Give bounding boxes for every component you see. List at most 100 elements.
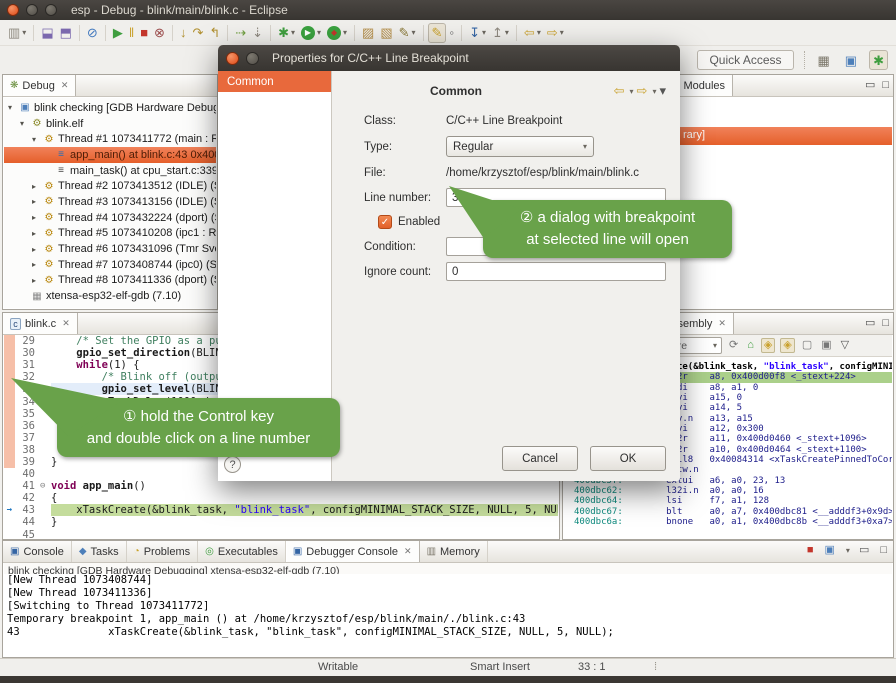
tab-debugger-console[interactable]: ▣Debugger Console✕ xyxy=(286,541,420,562)
tab-debug[interactable]: ❋ Debug ✕ xyxy=(3,75,76,96)
step-return-icon[interactable]: ↰ xyxy=(206,23,223,43)
close-icon[interactable]: ✕ xyxy=(61,80,69,91)
debug-tree-item[interactable]: ≡app_main() at blink.c:43 0x400dbc35 xyxy=(4,147,216,163)
minimize-icon[interactable]: ▭ xyxy=(865,78,875,91)
console-output[interactable]: [New Thread 1073408744][New Thread 10734… xyxy=(4,574,892,656)
dialog-menu-icon[interactable] xyxy=(246,52,259,65)
line-number[interactable]: 30 xyxy=(15,347,40,359)
maximize-icon[interactable]: □ xyxy=(878,544,889,557)
tab-console[interactable]: ▣Console xyxy=(3,541,72,562)
line-number[interactable]: 35 xyxy=(15,408,40,420)
dialog-titlebar[interactable]: Properties for C/C++ Line Breakpoint xyxy=(218,45,680,71)
window-minimize-icon[interactable] xyxy=(26,4,38,16)
tree-expand-arrow[interactable]: ▾ xyxy=(32,135,42,144)
show-source-icon[interactable]: ◈ xyxy=(761,338,775,353)
help-button[interactable]: ? xyxy=(224,456,241,473)
new-wizard-icon[interactable]: ▥▾ xyxy=(5,23,29,43)
view-menu-icon[interactable]: ▽ xyxy=(839,339,851,352)
terminate-console-icon[interactable]: ■ xyxy=(805,544,816,557)
tree-expand-arrow[interactable]: ▾ xyxy=(20,119,30,128)
tree-expand-arrow[interactable]: ▸ xyxy=(32,213,42,222)
debug-tree-item[interactable]: ▸⚙Thread #6 1073431096 (Tmr Svc) (Suspen… xyxy=(4,241,216,257)
tab-problems[interactable]: ◔Problems xyxy=(127,541,199,562)
go-to-last-position-icon[interactable]: ↥▾ xyxy=(489,23,512,43)
tab-tasks[interactable]: ◆Tasks xyxy=(72,541,127,562)
step-over-icon[interactable]: ↷ xyxy=(189,23,206,43)
line-number[interactable]: 41 xyxy=(15,480,40,492)
debug-icon[interactable]: ✱▾ xyxy=(275,23,298,43)
debug-tree-item[interactable]: ▸⚙Thread #8 1073411336 (dport) (Suspende… xyxy=(4,273,216,289)
cancel-button[interactable]: Cancel xyxy=(502,446,578,471)
open-folder-icon[interactable]: ▧ xyxy=(377,23,395,43)
mark-occurrences-icon[interactable]: ✎ xyxy=(428,23,447,43)
tab-blink-c[interactable]: c blink.c ✕ xyxy=(3,313,78,334)
forward-icon[interactable]: ⇨▾ xyxy=(544,23,567,43)
tree-expand-arrow[interactable]: ▸ xyxy=(32,229,42,238)
quick-access-button[interactable]: Quick Access xyxy=(697,50,793,70)
type-dropdown[interactable]: Regular ▾ xyxy=(446,136,594,157)
debug-tree-item[interactable]: ▸⚙Thread #7 1073408744 (ipc0) (Suspended… xyxy=(4,257,216,273)
debug-tree-item[interactable]: ▸⚙Thread #4 1073432224 (dport) (Suspende… xyxy=(4,210,216,226)
external-tools-icon[interactable]: ◆▾ xyxy=(324,23,350,43)
line-number[interactable]: 40 xyxy=(15,468,40,480)
last-edit-location-icon[interactable]: ↧▾ xyxy=(466,23,489,43)
debug-tree-item[interactable]: ▸⚙Thread #3 1073413156 (IDLE) (Suspended… xyxy=(4,194,216,210)
tree-expand-arrow[interactable]: ▸ xyxy=(32,260,42,269)
show-annotations-icon[interactable]: ◦ xyxy=(446,23,457,43)
close-icon[interactable]: ✕ xyxy=(404,546,412,557)
line-number[interactable]: 29 xyxy=(15,335,40,347)
tree-expand-arrow[interactable]: ▸ xyxy=(32,182,42,191)
back-icon[interactable]: ⇦▾ xyxy=(521,23,544,43)
open-perspective-icon[interactable]: ▦ xyxy=(815,50,833,70)
debug-tree-item[interactable]: ≡main_task() at cpu_start.c:339 0x400d xyxy=(4,163,216,179)
tree-expand-arrow[interactable]: ▸ xyxy=(32,276,42,285)
instruction-stepping-icon[interactable]: ⇢ xyxy=(232,23,249,43)
debug-tree-item[interactable]: ▸⚙Thread #5 1073410208 (ipc1 : Running) xyxy=(4,226,216,242)
tree-expand-arrow[interactable]: ▸ xyxy=(32,197,42,206)
close-icon[interactable]: ✕ xyxy=(718,318,726,329)
open-new-view-icon[interactable]: ▢ xyxy=(800,339,814,352)
debug-tree-item[interactable]: ▾⚙blink.elf xyxy=(4,116,216,132)
terminate-icon[interactable]: ■ xyxy=(137,23,151,43)
forward-icon[interactable]: ⇨ xyxy=(637,83,648,99)
refresh-icon[interactable]: ⟳ xyxy=(727,339,740,352)
tab-executables[interactable]: ◎Executables xyxy=(198,541,286,562)
ignore-count-input[interactable]: 0 xyxy=(446,262,666,281)
maximize-icon[interactable]: □ xyxy=(882,79,889,91)
cpp-perspective-icon[interactable]: ▣ xyxy=(842,50,860,70)
home-icon[interactable]: ⌂ xyxy=(745,339,756,352)
line-number[interactable]: 43 xyxy=(15,504,40,516)
pin-view-icon[interactable]: ▣ xyxy=(819,339,833,352)
display-selected-console-icon[interactable]: ▣ xyxy=(823,544,837,557)
line-number[interactable]: 44 xyxy=(15,516,40,528)
debug-tree-item[interactable]: ▦xtensa-esp32-elf-gdb (7.10) xyxy=(4,288,216,304)
line-number[interactable]: 42 xyxy=(15,492,40,504)
drop-to-frame-icon[interactable]: ⇣ xyxy=(249,23,266,43)
debug-tree-item[interactable]: ▾▣blink checking [GDB Hardware Debugging… xyxy=(4,100,216,116)
back-icon[interactable]: ⇦ xyxy=(614,83,625,99)
line-number[interactable]: 38 xyxy=(15,444,40,456)
skip-all-breakpoints-icon[interactable]: ⊘ xyxy=(84,23,101,43)
sync-context-icon[interactable]: ◈ xyxy=(780,338,794,353)
view-menu-icon[interactable]: ▾ xyxy=(659,83,666,99)
window-close-icon[interactable] xyxy=(7,4,19,16)
save-icon[interactable]: ⬓ xyxy=(38,23,56,43)
tree-expand-arrow[interactable]: ▸ xyxy=(32,245,42,254)
debug-perspective-icon[interactable]: ✱ xyxy=(869,50,888,70)
line-number[interactable]: 31 xyxy=(15,359,40,371)
suspend-icon[interactable]: ‖ xyxy=(126,23,137,43)
minimize-icon[interactable]: ▭ xyxy=(865,316,875,329)
tab-memory[interactable]: ▥Memory xyxy=(420,541,488,562)
new-folder-icon[interactable]: ▨ xyxy=(359,23,377,43)
disconnect-icon[interactable]: ⊗ xyxy=(151,23,168,43)
close-icon[interactable]: ✕ xyxy=(62,318,70,329)
flash-icon[interactable]: ✎▾ xyxy=(396,23,419,43)
step-into-icon[interactable]: ↓ xyxy=(177,23,190,43)
sidebar-item-common[interactable]: Common xyxy=(218,71,331,92)
line-number[interactable]: 36 xyxy=(15,420,40,432)
resume-icon[interactable]: ▶ xyxy=(110,23,126,43)
maximize-icon[interactable]: □ xyxy=(882,317,889,329)
ok-button[interactable]: OK xyxy=(590,446,666,471)
fold-marker[interactable]: ⊖ xyxy=(40,481,51,491)
dialog-close-icon[interactable] xyxy=(226,52,239,65)
